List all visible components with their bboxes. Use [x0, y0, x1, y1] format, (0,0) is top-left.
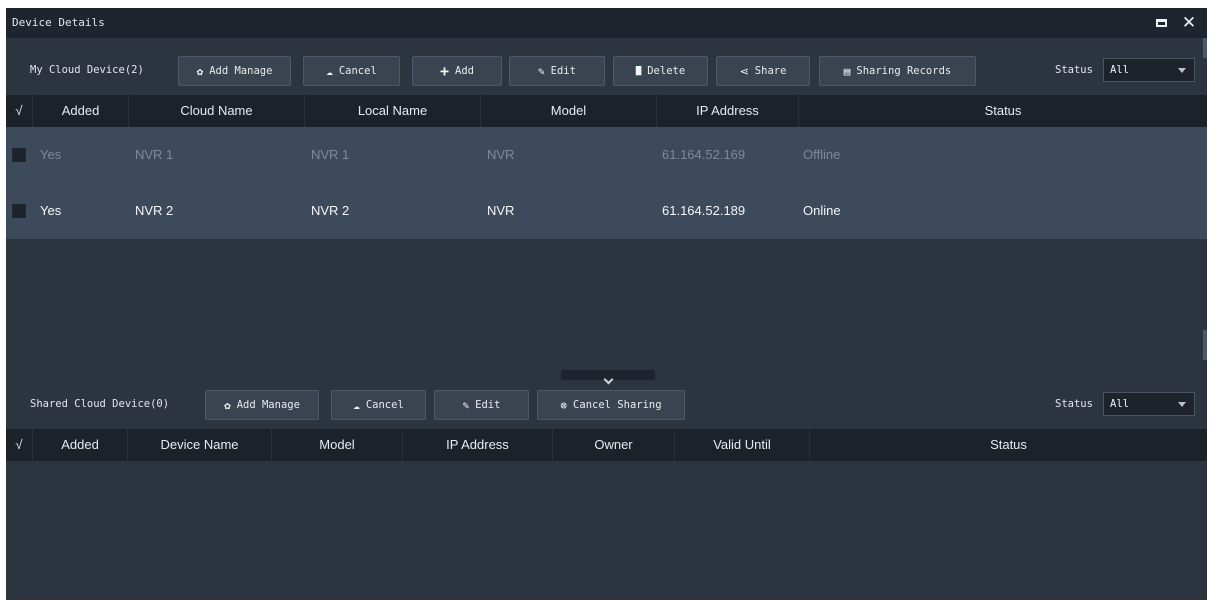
- scrollbar-thumb[interactable]: [1203, 38, 1207, 58]
- maximize-icon[interactable]: [1149, 11, 1173, 35]
- cell-ip-address: 61.164.52.169: [662, 147, 746, 162]
- column-status[interactable]: Status: [799, 95, 1207, 127]
- my-cloud-toolbar: My Cloud Device(2) ✿ Add Manage ☁ Cancel…: [6, 51, 1207, 91]
- shared-status-filter-select[interactable]: All: [1103, 392, 1195, 416]
- cloud-cancel-icon: ☁: [353, 398, 360, 412]
- shared-cancel-button[interactable]: ☁ Cancel: [331, 390, 426, 420]
- cancel-circle-icon: ⊗: [560, 398, 568, 412]
- column-added[interactable]: Added: [33, 429, 128, 461]
- button-label: Cancel Sharing: [573, 399, 662, 411]
- share-icon: ⋖: [739, 64, 749, 78]
- table-row[interactable]: Yes NVR 2 NVR 2 NVR 61.164.52.189 Online: [6, 183, 1207, 239]
- column-cloud-name[interactable]: Cloud Name: [129, 95, 305, 127]
- cell-added: Yes: [40, 203, 62, 218]
- cell-status: Online: [803, 203, 841, 218]
- shared-edit-button[interactable]: ✎ Edit: [434, 390, 529, 420]
- gear-icon: ✿: [196, 64, 204, 78]
- select-all-header[interactable]: √: [6, 95, 33, 127]
- cancel-sharing-button[interactable]: ⊗ Cancel Sharing: [537, 390, 685, 420]
- button-label: Edit: [475, 399, 501, 411]
- share-button[interactable]: ⋖ Share: [716, 56, 810, 86]
- chevron-down-icon: [603, 374, 613, 385]
- delete-button[interactable]: ▇ Delete: [613, 56, 708, 86]
- button-label: Delete: [647, 65, 686, 77]
- select-all-header[interactable]: √: [6, 429, 33, 461]
- pencil-icon: ✎: [462, 398, 470, 412]
- dropdown-caret-icon: [1178, 402, 1186, 407]
- button-label: Edit: [550, 65, 576, 77]
- button-label: Add Manage: [209, 65, 273, 77]
- device-details-window: Device Details ✕ My Cloud Device(2) ✿ Ad…: [6, 8, 1207, 600]
- column-owner[interactable]: Owner: [553, 429, 675, 461]
- shared-cloud-table-body: [6, 461, 1207, 600]
- pencil-icon: ✎: [538, 64, 545, 78]
- row-checkbox[interactable]: [12, 148, 26, 162]
- shared-cloud-device-label: Shared Cloud Device(0): [30, 398, 170, 410]
- button-label: Share: [754, 65, 787, 77]
- cell-cloud-name: NVR 2: [135, 203, 174, 218]
- shared-status-filter-label: Status: [1055, 398, 1093, 410]
- button-label: Sharing Records: [856, 65, 952, 77]
- button-label: Add: [455, 65, 474, 77]
- column-local-name[interactable]: Local Name: [305, 95, 481, 127]
- cell-status: Offline: [803, 147, 841, 162]
- cell-cloud-name: NVR 1: [135, 147, 174, 162]
- my-cloud-device-label: My Cloud Device(2): [30, 64, 144, 76]
- column-model[interactable]: Model: [481, 95, 657, 127]
- edit-button[interactable]: ✎ Edit: [509, 56, 605, 86]
- cell-local-name: NVR 1: [311, 147, 350, 162]
- shared-cloud-table-header: √ Added Device Name Model IP Address Own…: [6, 429, 1207, 461]
- shared-add-manage-button[interactable]: ✿ Add Manage: [205, 390, 319, 420]
- cell-local-name: NVR 2: [311, 203, 350, 218]
- title-bar: Device Details ✕: [6, 8, 1207, 38]
- cell-model: NVR: [487, 147, 515, 162]
- column-added[interactable]: Added: [33, 95, 129, 127]
- status-filter-select[interactable]: All: [1103, 58, 1195, 82]
- column-model[interactable]: Model: [272, 429, 403, 461]
- column-device-name[interactable]: Device Name: [128, 429, 272, 461]
- window-title: Device Details: [12, 16, 105, 29]
- add-manage-button[interactable]: ✿ Add Manage: [178, 56, 291, 86]
- dropdown-caret-icon: [1178, 68, 1186, 73]
- status-filter-value: All: [1110, 398, 1129, 410]
- cancel-button[interactable]: ☁ Cancel: [303, 56, 400, 86]
- cell-added: Yes: [40, 147, 62, 162]
- trash-icon: ▇: [635, 65, 642, 76]
- status-filter-label: Status: [1055, 64, 1093, 76]
- plus-icon: +: [440, 61, 450, 80]
- panel-collapse-toggle[interactable]: [561, 370, 655, 385]
- column-ip-address[interactable]: IP Address: [657, 95, 799, 127]
- scrollbar-thumb[interactable]: [1203, 330, 1207, 360]
- column-valid-until[interactable]: Valid Until: [675, 429, 810, 461]
- my-cloud-table-header: √ Added Cloud Name Local Name Model IP A…: [6, 95, 1207, 127]
- button-label: Cancel: [338, 65, 377, 77]
- shared-cloud-toolbar: Shared Cloud Device(0) ✿ Add Manage ☁ Ca…: [6, 385, 1207, 425]
- table-row[interactable]: Yes NVR 1 NVR 1 NVR 61.164.52.169 Offlin…: [6, 127, 1207, 183]
- button-label: Add Manage: [236, 399, 300, 411]
- gear-icon: ✿: [224, 398, 231, 412]
- records-icon: ▤: [843, 64, 851, 78]
- cell-model: NVR: [487, 203, 515, 218]
- row-checkbox[interactable]: [12, 204, 26, 218]
- column-status[interactable]: Status: [810, 429, 1207, 461]
- add-button[interactable]: + Add: [412, 56, 502, 86]
- status-filter-value: All: [1110, 64, 1129, 76]
- cell-ip-address: 61.164.52.189: [662, 203, 746, 218]
- my-cloud-table-body: Yes NVR 1 NVR 1 NVR 61.164.52.169 Offlin…: [6, 127, 1207, 370]
- sharing-records-button[interactable]: ▤ Sharing Records: [819, 56, 976, 86]
- button-label: Cancel: [365, 399, 404, 411]
- column-ip-address[interactable]: IP Address: [403, 429, 553, 461]
- cloud-cancel-icon: ☁: [326, 64, 333, 78]
- close-icon[interactable]: ✕: [1177, 11, 1201, 35]
